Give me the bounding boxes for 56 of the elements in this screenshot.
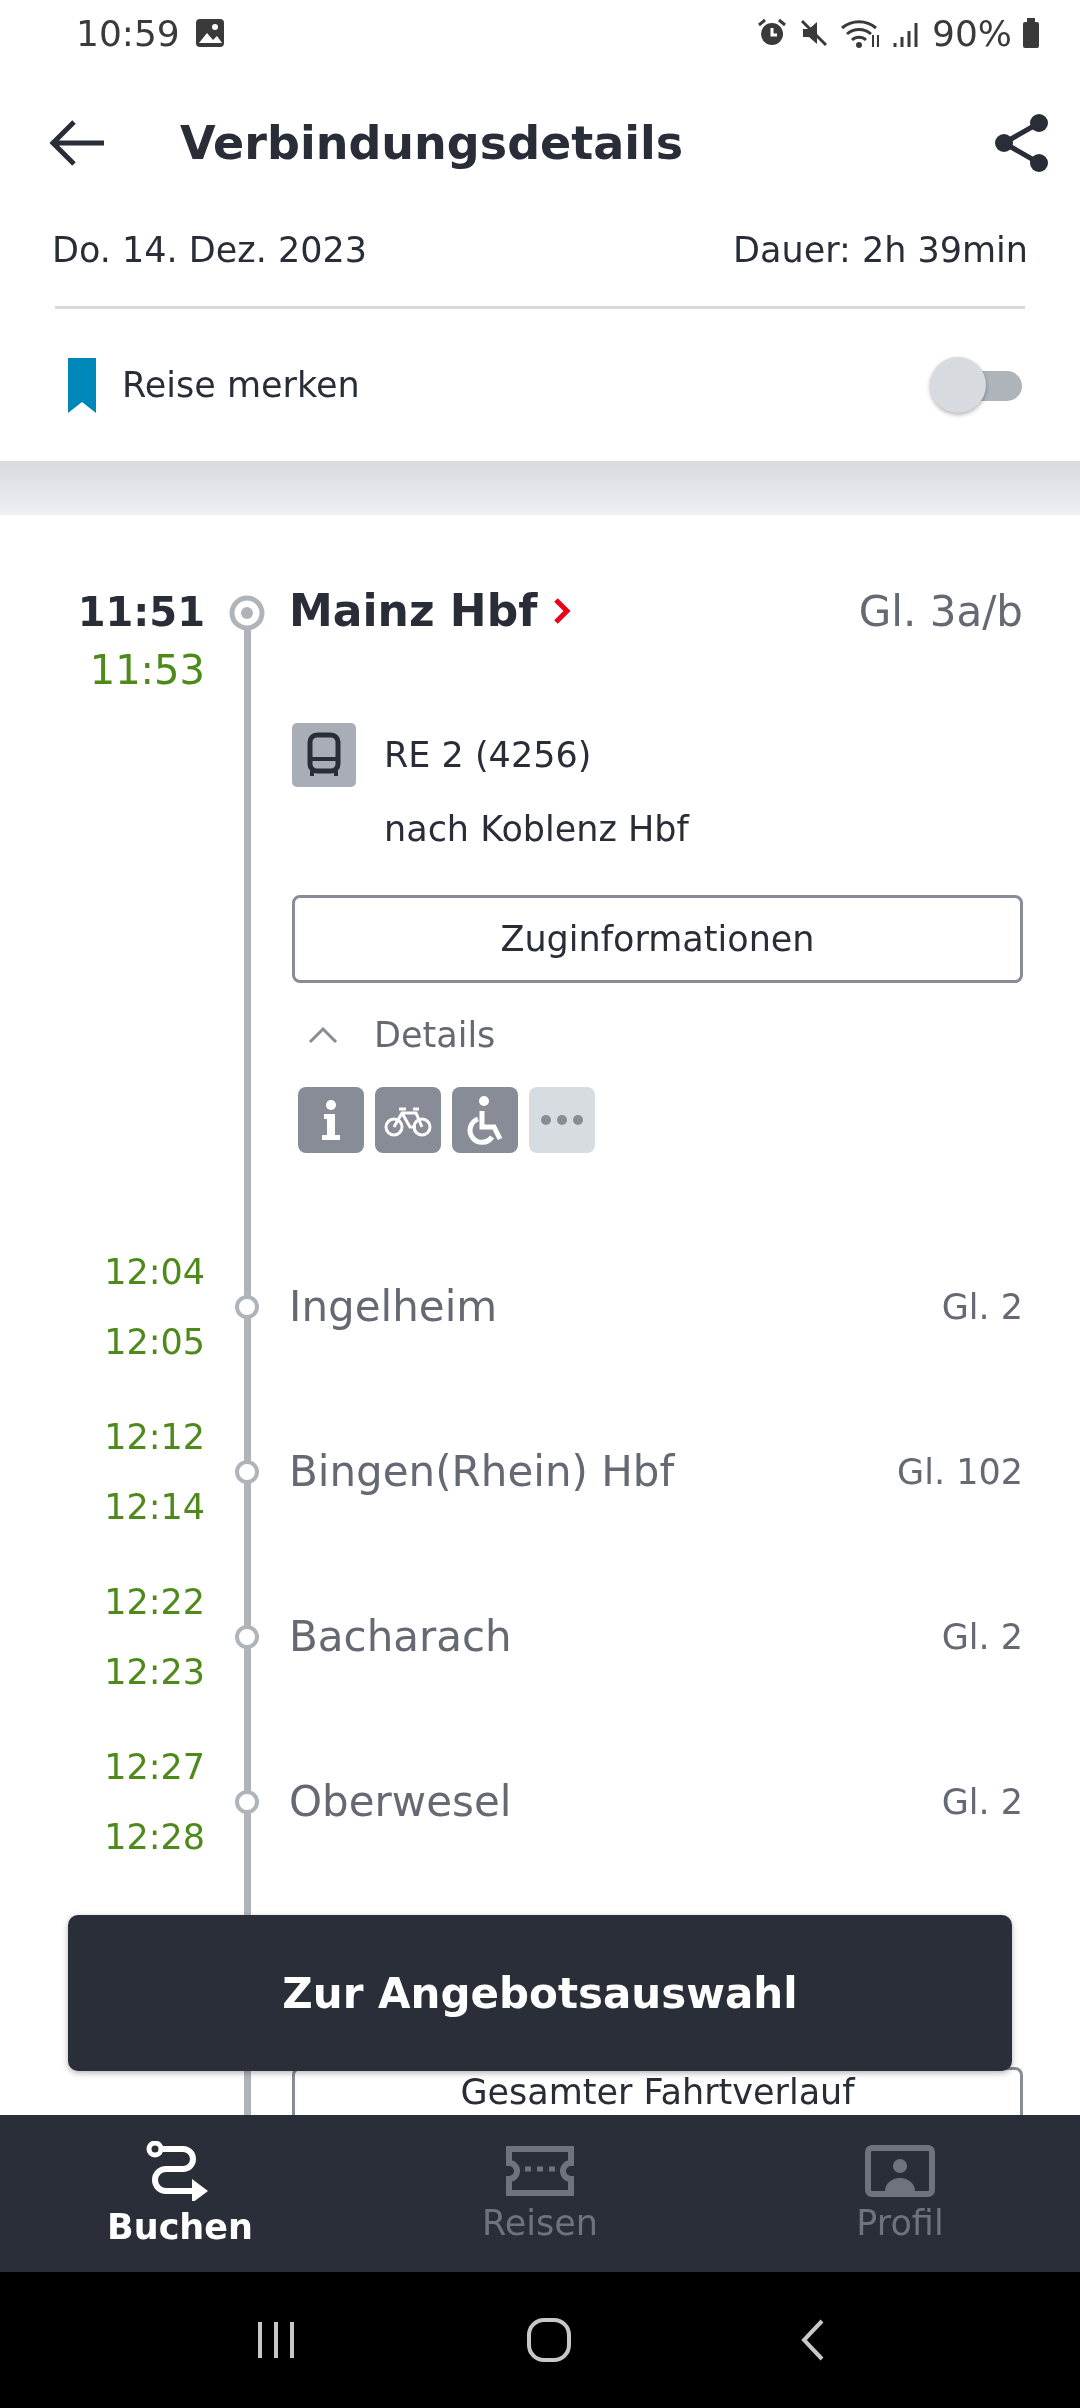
back-icon[interactable] [800,2318,826,2362]
arrival-time: 12:22 [104,1580,205,1624]
actual-time: 11:53 [89,646,205,695]
departure-time: 12:14 [104,1485,205,1529]
home-icon[interactable] [526,2317,572,2363]
platform: Gl. 102 [897,1451,1023,1492]
origin-stop-icon [229,595,265,631]
full-route-button[interactable]: Gesamter Fahrtverlauf [292,2067,1023,2115]
departure-time: 12:05 [104,1320,205,1364]
chevron-right-icon[interactable] [553,596,572,625]
bicycle-icon[interactable] [375,1087,441,1153]
arrival-time: 12:04 [104,1250,205,1294]
station-name: Bingen(Rhein) Hbf [289,1447,676,1496]
station-name[interactable]: Mainz Hbf [289,585,538,636]
offer-selection-button[interactable]: Zur Angebotsauswahl [68,1915,1012,2071]
departure-time: 12:28 [104,1815,205,1859]
arrival-time: 12:27 [104,1745,205,1789]
station-name: Ingelheim [289,1282,499,1331]
caret-up-icon [308,1026,338,1044]
platform: Gl. 2 [941,1616,1023,1657]
share-icon[interactable] [994,113,1050,173]
bookmark-icon [68,357,96,413]
station-name: Oberwesel [289,1777,513,1826]
travel-duration: Dauer: 2h 39min [733,230,1028,270]
bookmark-label: Reise merken [122,365,361,405]
clock: 10:59 [76,12,180,54]
wifi-icon [840,17,882,49]
page-title: Verbindungsdetails [180,116,685,170]
mute-icon [798,17,830,49]
station-name: Bacharach [289,1612,513,1661]
arrival-time: 12:12 [104,1415,205,1459]
stop-icon [234,1623,260,1650]
ticket-icon [505,2144,575,2197]
battery-icon [1022,17,1040,49]
platform: Gl. 2 [941,1781,1023,1822]
nav-tab[interactable]: Buchen [0,2115,360,2272]
bookmark-toggle[interactable] [930,355,1022,415]
battery-level: 90% [932,12,1012,54]
wheelchair-icon[interactable] [452,1087,518,1153]
train-info-button[interactable]: Zuginformationen [292,895,1023,983]
travel-date: Do. 14. Dez. 2023 [52,230,367,270]
departure-time: 12:23 [104,1650,205,1694]
image-icon [193,17,226,49]
planned-time: 11:51 [77,588,205,637]
platform: Gl. 3a/b [858,587,1023,636]
info-icon[interactable] [298,1087,364,1153]
more-icon[interactable] [529,1087,595,1153]
train-direction: nach Koblenz Hbf [384,809,689,849]
stop-icon [234,1458,260,1485]
stop-icon [234,1293,260,1320]
train-name: RE 2 (4256) [384,735,592,775]
train-icon [292,723,356,787]
details-toggle[interactable]: Details [308,1015,496,1055]
profile-icon [865,2144,935,2197]
platform: Gl. 2 [941,1286,1023,1327]
stop-icon [234,1788,260,1815]
